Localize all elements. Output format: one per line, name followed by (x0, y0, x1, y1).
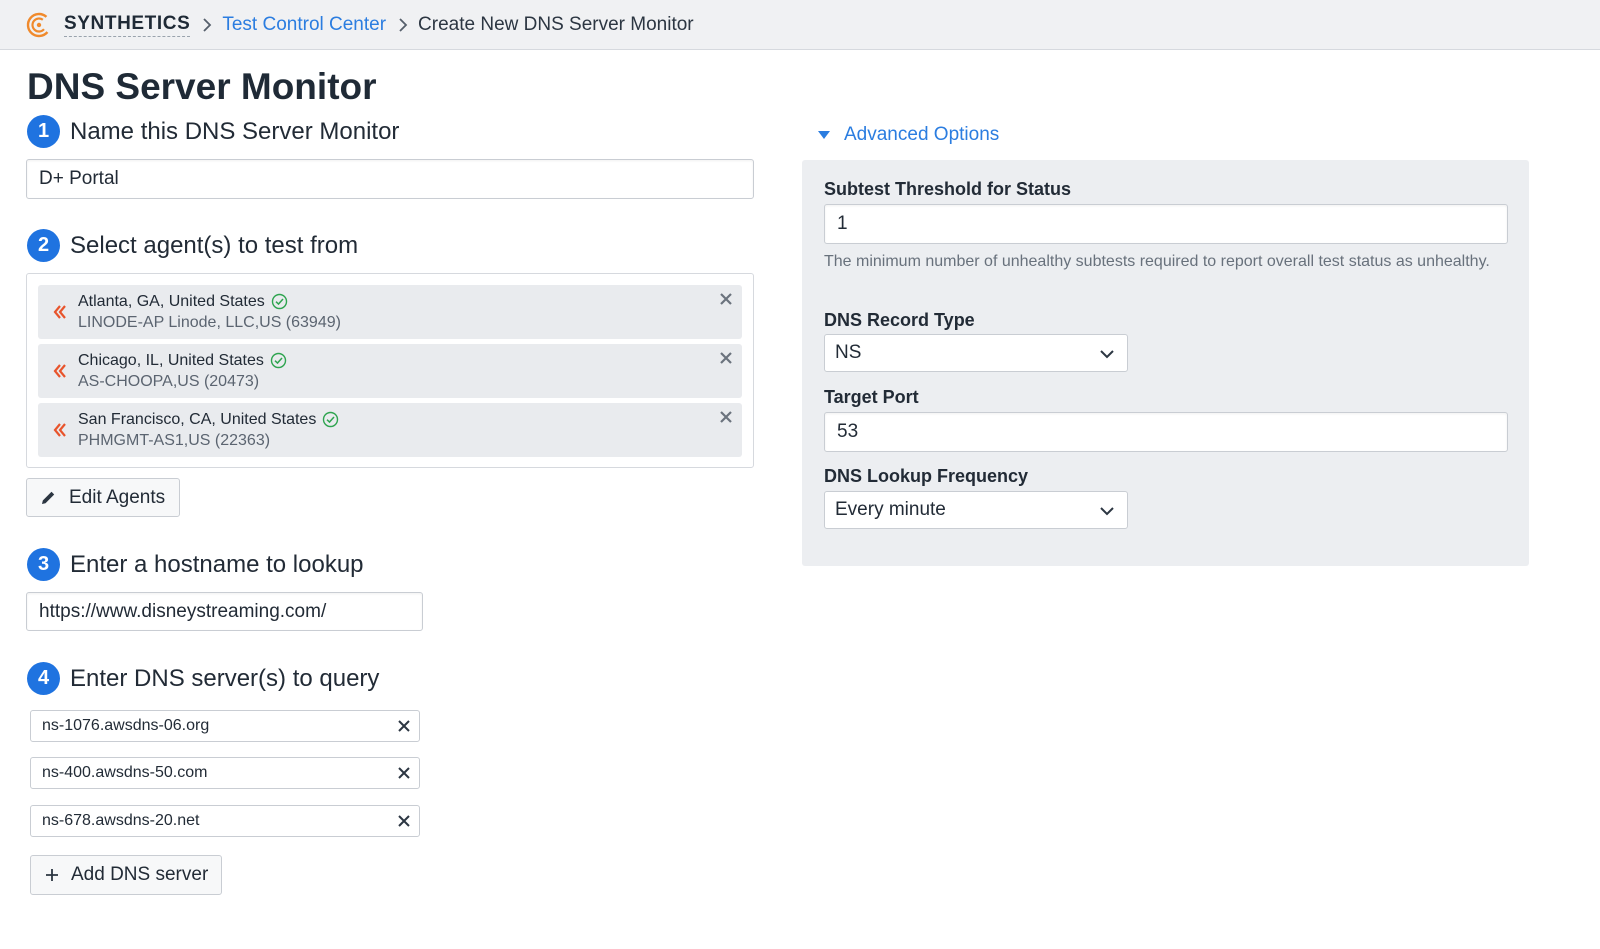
agent-item: Atlanta, GA, United States LINODE-AP Lin… (38, 285, 742, 339)
dns-server-value: ns-678.awsdns-20.net (42, 812, 200, 829)
healthy-check-icon (270, 352, 287, 369)
step-label: Select agent(s) to test from (70, 231, 359, 259)
dns-lookup-frequency-value: Every minute (835, 499, 946, 520)
pencil-icon (42, 491, 55, 504)
dns-record-type-select[interactable]: NS (824, 334, 1128, 372)
step-4-heading: 4 Enter DNS server(s) to query (27, 662, 379, 695)
remove-dns-server-icon[interactable] (397, 719, 411, 733)
agent-chevrons-icon (53, 423, 66, 437)
chevron-down-icon (1100, 507, 1114, 516)
dns-record-type-value: NS (835, 342, 862, 363)
caret-down-icon (818, 131, 830, 139)
edit-agents-label: Edit Agents (69, 486, 166, 508)
agent-location: San Francisco, CA, United States (78, 410, 317, 428)
step-label: Enter a hostname to lookup (70, 550, 364, 578)
remove-dns-server-icon[interactable] (397, 766, 411, 780)
agent-network: PHMGMT-AS1,US (22363) (78, 431, 271, 449)
chevron-down-icon (1100, 350, 1114, 359)
step-label: Name this DNS Server Monitor (70, 117, 400, 145)
subtest-threshold-label: Subtest Threshold for Status (824, 179, 1072, 199)
agent-location: Chicago, IL, United States (78, 351, 264, 369)
subtest-threshold-help: The minimum number of unhealthy subtests… (824, 253, 1490, 270)
step-number-badge: 4 (27, 662, 60, 695)
dns-server-value: ns-1076.awsdns-06.org (42, 717, 210, 734)
dns-lookup-frequency-label: DNS Lookup Frequency (824, 466, 1029, 486)
dns-server-input[interactable]: ns-400.awsdns-50.com (30, 757, 420, 789)
step-number-badge: 1 (27, 115, 60, 148)
healthy-check-icon (323, 411, 339, 428)
advanced-options-label: Advanced Options (844, 124, 1000, 145)
chevron-right-icon (398, 17, 408, 32)
breadcrumb-bar: SYNTHETICS Test Control Center Create Ne… (0, 0, 1600, 50)
remove-dns-server-icon[interactable] (397, 814, 411, 828)
agent-chevrons-icon (53, 305, 66, 319)
agent-location: Atlanta, GA, United States (78, 292, 265, 310)
add-dns-server-label: Add DNS server (71, 864, 209, 885)
step-1-heading: 1 Name this DNS Server Monitor (27, 115, 399, 148)
agent-item: San Francisco, CA, United States PHMGMT-… (38, 403, 742, 457)
remove-agent-icon[interactable] (718, 409, 734, 425)
edit-agents-button[interactable]: Edit Agents (26, 478, 180, 517)
dns-record-type-label: DNS Record Type (824, 310, 975, 330)
dns-lookup-frequency-select[interactable]: Every minute (824, 491, 1128, 529)
step-number-badge: 3 (27, 548, 60, 581)
selected-agents-list: Atlanta, GA, United States LINODE-AP Lin… (26, 273, 754, 468)
remove-agent-icon[interactable] (718, 291, 734, 307)
step-2-heading: 2 Select agent(s) to test from (27, 229, 358, 262)
breadcrumb-current: Create New DNS Server Monitor (418, 13, 694, 35)
target-port-input[interactable]: 53 (824, 412, 1508, 452)
agent-item: Chicago, IL, United States AS-CHOOPA,US … (38, 344, 742, 398)
plus-icon (46, 869, 58, 881)
subtest-threshold-input[interactable]: 1 (824, 204, 1508, 244)
synthetics-logo-icon (26, 12, 52, 37)
target-port-label: Target Port (824, 387, 919, 407)
step-3-heading: 3 Enter a hostname to lookup (27, 548, 364, 581)
dns-server-value: ns-400.awsdns-50.com (42, 764, 208, 781)
chevron-right-icon (202, 17, 212, 32)
agent-network: AS-CHOOPA,US (20473) (78, 372, 260, 390)
advanced-options-toggle[interactable]: Advanced Options (818, 124, 999, 146)
agent-chevrons-icon (53, 364, 66, 378)
breadcrumb-test-control-center[interactable]: Test Control Center (222, 14, 386, 36)
healthy-check-icon (271, 293, 287, 310)
agent-network: LINODE-AP Linode, LLC,US (63949) (78, 313, 341, 331)
brand-link[interactable]: SYNTHETICS (64, 13, 191, 37)
remove-agent-icon[interactable] (718, 350, 734, 366)
monitor-name-input[interactable]: D+ Portal (26, 159, 754, 199)
step-label: Enter DNS server(s) to query (70, 664, 380, 692)
page-title: DNS Server Monitor (27, 66, 377, 107)
dns-server-input[interactable]: ns-678.awsdns-20.net (30, 805, 420, 837)
dns-server-input[interactable]: ns-1076.awsdns-06.org (30, 710, 420, 742)
hostname-input[interactable]: https://www.disneystreaming.com/ (26, 592, 423, 631)
add-dns-server-button[interactable]: Add DNS server (30, 855, 222, 895)
step-number-badge: 2 (27, 229, 60, 262)
